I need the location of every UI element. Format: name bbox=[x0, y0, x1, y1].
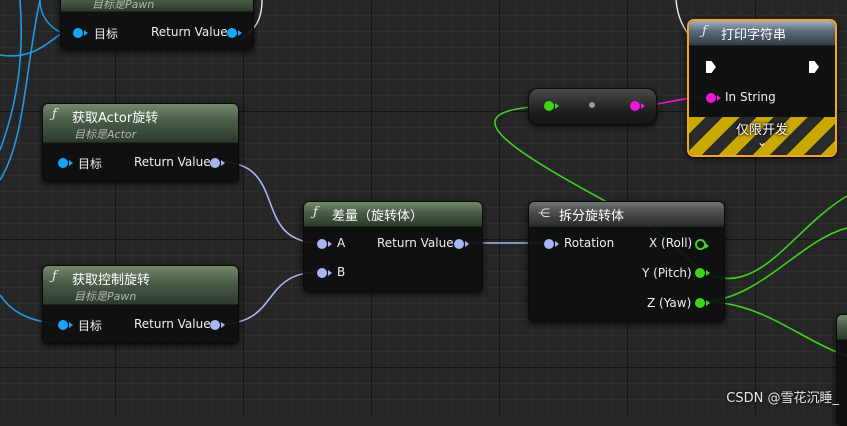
z-yaw-pin[interactable] bbox=[695, 298, 710, 308]
x-roll-label: X (Roll) bbox=[649, 236, 693, 250]
node-get-control-rotation[interactable]: ƒ 获取控制旋转 目标是Pawn 目标 Return Value bbox=[42, 265, 239, 344]
y-pitch-pin[interactable] bbox=[695, 268, 710, 278]
object-wire bbox=[0, 0, 23, 151]
node-title: 差量（旋转体） bbox=[332, 209, 424, 224]
exec-out-pin[interactable] bbox=[809, 61, 819, 73]
node-subtitle: 目标是Actor bbox=[74, 128, 137, 141]
node-title: 打印字符串 bbox=[721, 28, 787, 43]
return-value-pin[interactable] bbox=[210, 320, 225, 330]
object-wire bbox=[0, 32, 63, 57]
node-title: 获取Actor旋转 bbox=[72, 111, 159, 126]
node-get-control-rotation-top[interactable]: 目标是Pawn 目标 Return Value bbox=[60, 0, 254, 50]
development-only-banner[interactable]: 仅限开发 ⌄ bbox=[689, 117, 835, 155]
in-string-label: In String bbox=[725, 90, 776, 104]
return-value-label: Return Value bbox=[134, 317, 211, 331]
object-wire bbox=[0, 0, 41, 181]
function-icon: ƒ bbox=[52, 269, 57, 284]
watermark: CSDN @雪花沉睡_ bbox=[726, 391, 839, 406]
rotation-pin-label: Rotation bbox=[564, 236, 615, 250]
return-value-label: Return Value bbox=[151, 25, 228, 39]
break-struct-icon: ⋲ bbox=[538, 206, 550, 220]
return-value-pin[interactable] bbox=[210, 158, 225, 168]
a-pin-label: A bbox=[337, 236, 346, 250]
function-icon: ƒ bbox=[52, 107, 57, 122]
return-value-label: Return Value bbox=[134, 155, 211, 169]
node-delta-rotator[interactable]: ƒ 差量（旋转体） A Return Value B bbox=[303, 201, 483, 292]
rotation-pin[interactable] bbox=[544, 239, 559, 249]
exec-in-pin[interactable] bbox=[706, 61, 716, 73]
node-subtitle: 目标是Pawn bbox=[92, 0, 155, 11]
in-string-pin[interactable] bbox=[706, 93, 721, 103]
return-value-pin[interactable] bbox=[227, 28, 242, 38]
target-pin-label: 目标 bbox=[78, 319, 103, 333]
function-icon: ƒ bbox=[313, 205, 318, 220]
object-wire bbox=[39, 0, 63, 34]
z-yaw-label: Z (Yaw) bbox=[647, 296, 692, 310]
target-pin[interactable] bbox=[58, 158, 73, 168]
target-pin-label: 目标 bbox=[94, 27, 119, 41]
y-pitch-label: Y (Pitch) bbox=[642, 266, 692, 280]
node-conversion[interactable] bbox=[528, 88, 657, 125]
target-pin[interactable] bbox=[73, 28, 88, 38]
target-pin-label: 目标 bbox=[78, 157, 103, 171]
node-offscreen-right[interactable] bbox=[836, 314, 847, 426]
node-title: 获取控制旋转 bbox=[72, 273, 151, 288]
node-title: 拆分旋转体 bbox=[559, 209, 625, 224]
chevron-down-icon[interactable]: ⌄ bbox=[689, 135, 835, 149]
a-pin[interactable] bbox=[317, 239, 332, 249]
conversion-dot bbox=[589, 102, 595, 108]
function-icon: ƒ bbox=[702, 24, 707, 39]
b-pin-label: B bbox=[337, 265, 346, 279]
return-value-pin[interactable] bbox=[454, 239, 469, 249]
x-roll-pin[interactable] bbox=[695, 239, 709, 250]
conversion-output-pin[interactable] bbox=[630, 101, 645, 111]
return-value-label: Return Value bbox=[377, 236, 454, 250]
conversion-input-pin[interactable] bbox=[544, 101, 559, 111]
node-print-string[interactable]: ƒ 打印字符串 In String 仅限开发 ⌄ bbox=[687, 19, 837, 157]
b-pin[interactable] bbox=[317, 268, 332, 278]
node-subtitle: 目标是Pawn bbox=[74, 290, 137, 303]
node-get-actor-rotation[interactable]: ƒ 获取Actor旋转 目标是Actor 目标 Return Value bbox=[42, 103, 239, 182]
target-pin[interactable] bbox=[58, 320, 73, 330]
node-break-rotator[interactable]: ⋲ 拆分旋转体 Rotation X (Roll) Y (Pitch) Z (Y… bbox=[528, 201, 725, 322]
